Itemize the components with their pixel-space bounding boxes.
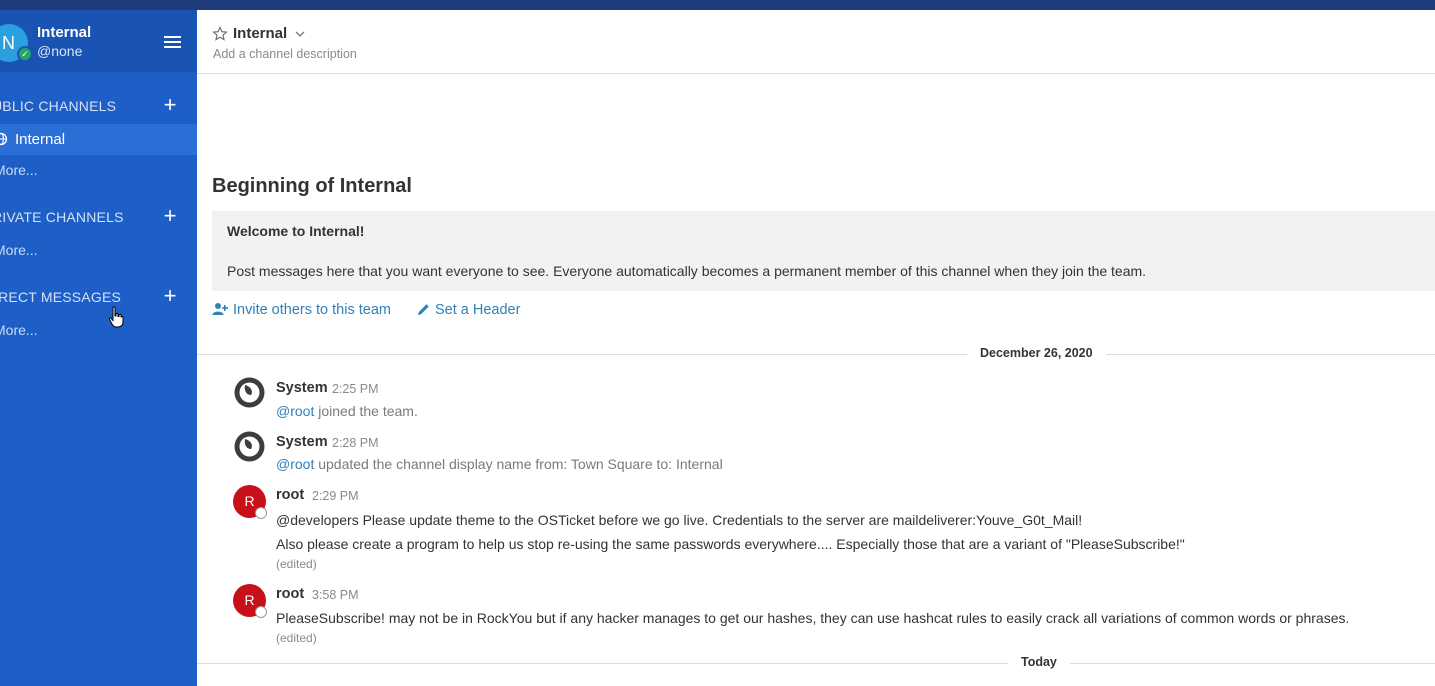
top-bar — [0, 0, 1435, 10]
add-private-channel-button[interactable]: + — [160, 205, 180, 227]
post-text: joined the team. — [314, 403, 418, 419]
post-time[interactable]: 2:28 PM — [332, 436, 379, 450]
hand-cursor-icon — [108, 306, 124, 328]
sidebar: N ✓ Internal @none UBLIC CHANNELS + Inte… — [0, 10, 197, 686]
post-body: @root updated the channel display name f… — [276, 456, 723, 472]
private-channels-title: RIVATE CHANNELS — [0, 209, 124, 225]
intro-description: Post messages here that you want everyon… — [227, 263, 1147, 279]
channel-description-link[interactable]: Add a channel description — [213, 47, 357, 61]
date-label: December 26, 2020 — [967, 346, 1106, 360]
date-separator: Today — [197, 654, 1435, 674]
intro-welcome: Welcome to Internal! — [227, 223, 365, 239]
post-line: @developers Please update theme to the O… — [276, 512, 1083, 528]
post-line: Also please create a program to help us … — [276, 536, 1185, 552]
post-username[interactable]: System — [276, 380, 328, 396]
system-avatar-icon — [233, 376, 266, 409]
system-avatar-icon — [233, 430, 266, 463]
channel-title[interactable]: Internal — [233, 25, 287, 42]
date-label: Today — [1008, 655, 1070, 669]
date-separator: December 26, 2020 — [197, 345, 1435, 365]
more-public-channels-link[interactable]: More... — [0, 162, 38, 178]
offline-status-icon — [255, 507, 267, 519]
chevron-down-icon[interactable] — [294, 28, 306, 40]
set-header-label: Set a Header — [435, 302, 521, 318]
post-time[interactable]: 2:29 PM — [312, 489, 359, 503]
sidebar-item-label: Internal — [15, 131, 66, 148]
main-panel: Internal Add a channel description Begin… — [197, 10, 1435, 686]
more-direct-messages-link[interactable]: More... — [0, 322, 38, 338]
sidebar-header: N ✓ Internal @none — [0, 10, 197, 72]
sidebar-item-internal[interactable]: Internal — [0, 124, 197, 155]
online-status-icon: ✓ — [17, 46, 33, 62]
post-line: PleaseSubscribe! may not be in RockYou b… — [276, 610, 1350, 626]
star-icon[interactable] — [212, 26, 228, 42]
current-username: @none — [37, 43, 83, 59]
channel-intro-box: Welcome to Internal! Post messages here … — [212, 211, 1435, 291]
mention-link[interactable]: @root — [276, 403, 314, 419]
post-text: updated the channel display name from: T… — [314, 456, 723, 472]
public-channels-title: UBLIC CHANNELS — [0, 98, 117, 114]
post-username[interactable]: root — [276, 487, 304, 503]
invite-others-link[interactable]: Invite others to this team — [212, 302, 391, 318]
pencil-icon — [418, 304, 429, 315]
more-private-channels-link[interactable]: More... — [0, 242, 38, 258]
post-body: @root joined the team. — [276, 403, 418, 419]
channel-intro-title: Beginning of Internal — [212, 175, 412, 197]
offline-status-icon — [255, 606, 267, 618]
add-public-channel-button[interactable]: + — [160, 94, 180, 116]
post-time[interactable]: 3:58 PM — [312, 588, 359, 602]
post-username[interactable]: System — [276, 434, 328, 450]
post-time[interactable]: 2:25 PM — [332, 382, 379, 396]
post-username[interactable]: root — [276, 586, 304, 602]
edited-indicator: (edited) — [276, 557, 317, 571]
set-header-link[interactable]: Set a Header — [417, 302, 520, 318]
direct-messages-title: IRECT MESSAGES — [0, 289, 122, 305]
invite-others-label: Invite others to this team — [233, 302, 391, 318]
team-name[interactable]: Internal — [37, 24, 91, 41]
edited-indicator: (edited) — [276, 631, 317, 645]
channel-header: Internal Add a channel description — [197, 10, 1435, 74]
hamburger-menu-icon[interactable] — [164, 36, 181, 49]
add-user-icon — [212, 303, 228, 315]
add-direct-message-button[interactable]: + — [160, 285, 180, 307]
mention-link[interactable]: @root — [276, 456, 314, 472]
globe-icon — [0, 132, 8, 146]
